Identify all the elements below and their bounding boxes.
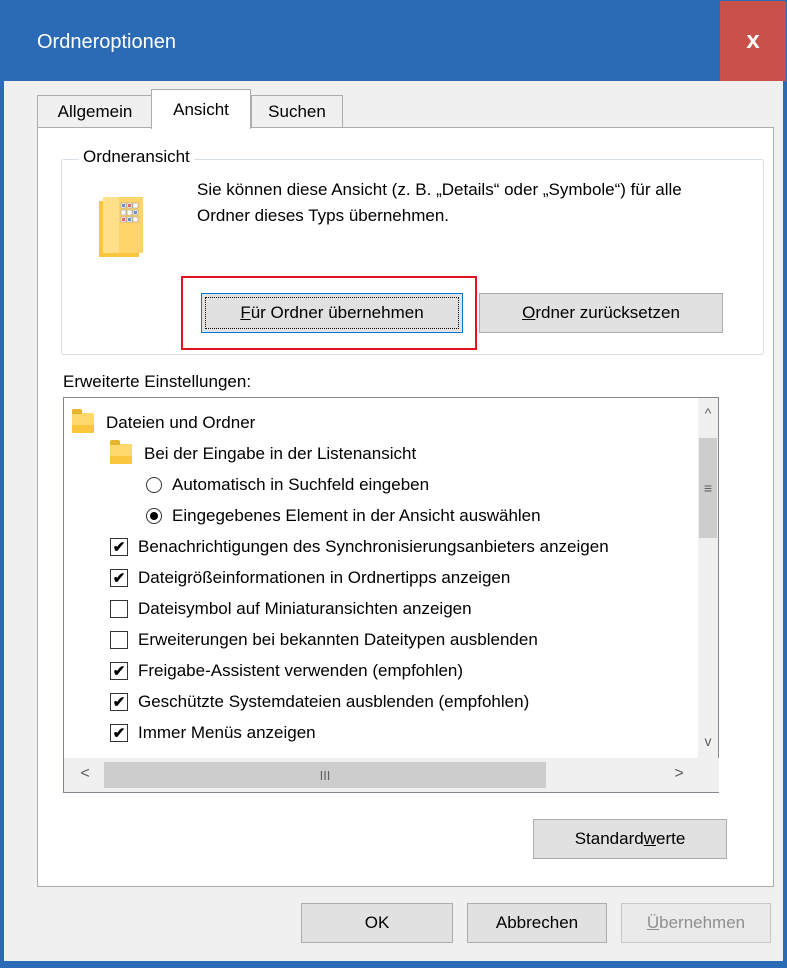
checkbox-checked-icon[interactable]: ✔ xyxy=(110,538,128,556)
vertical-grip-icon: ≡ xyxy=(703,480,713,496)
horizontal-scroll-thumb[interactable]: III xyxy=(104,762,546,788)
vertical-scroll-thumb[interactable]: ≡ xyxy=(699,438,717,538)
window-border-left xyxy=(1,81,4,968)
scroll-left-icon[interactable]: < xyxy=(70,758,100,790)
tab-general-label: Allgemein xyxy=(57,101,133,121)
checkbox-checked-icon[interactable]: ✔ xyxy=(110,693,128,711)
cancel-label: Abbrechen xyxy=(495,913,579,932)
tree-item-label: Benachrichtigungen des Synchronisierungs… xyxy=(138,537,609,556)
ok-button[interactable]: OK xyxy=(301,903,453,943)
restore-defaults-label: Standardwerte xyxy=(574,829,686,848)
apply-button[interactable]: Übernehmen xyxy=(621,903,771,943)
tab-search[interactable]: Suchen xyxy=(251,95,343,127)
tree-item-label: Eingegebenes Element in der Ansicht ausw… xyxy=(172,506,541,525)
folder-options-dialog: Ordneroptionen x Allgemein Ansicht Suche… xyxy=(0,0,787,968)
tree-item-label: Automatisch in Suchfeld eingeben xyxy=(172,475,430,494)
close-icon: x xyxy=(746,27,760,54)
title-bar: Ordneroptionen x xyxy=(1,1,786,81)
tree-checkbox-item[interactable]: Dateisymbol auf Miniaturansichten anzeig… xyxy=(110,594,472,624)
tree-folder-item: Bei der Eingabe in der Listenansicht xyxy=(110,439,416,469)
apply-label: Übernehmen xyxy=(646,913,746,932)
tree-checkbox-item[interactable]: ✔ Benachrichtigungen des Synchronisierung… xyxy=(110,532,609,562)
tab-view-label: Ansicht xyxy=(173,99,229,119)
ok-label: OK xyxy=(364,913,390,932)
folder-view-description: Sie können diese Ansicht (z. B. „Details… xyxy=(197,180,682,225)
tree-item-label: Geschützte Systemdateien ausblenden (emp… xyxy=(138,692,530,711)
tree-folder-item: Dateien und Ordner xyxy=(72,408,255,438)
reset-folders-label: Ordner zurücksetzen xyxy=(522,303,680,322)
horizontal-scrollbar[interactable]: < III > xyxy=(64,758,719,792)
folder-view-group-label: Ordneransicht xyxy=(79,147,194,167)
tree-item-label: Immer Menüs anzeigen xyxy=(138,723,316,742)
tab-view[interactable]: Ansicht xyxy=(151,89,251,129)
advanced-settings-rows: Dateien und Ordner Bei der Eingabe in der… xyxy=(64,398,698,758)
scroll-down-icon[interactable]: v xyxy=(698,726,718,756)
checkbox-unchecked-icon[interactable] xyxy=(110,600,128,618)
restore-defaults-button[interactable]: Standardwerte xyxy=(533,819,727,859)
tree-checkbox-item[interactable]: Erweiterungen bei bekannten Dateitypen a… xyxy=(110,625,538,655)
tree-radio-item[interactable]: Automatisch in Suchfeld eingeben xyxy=(146,470,429,500)
radio-unselected-icon[interactable] xyxy=(146,477,162,493)
tree-item-label: Dateisymbol auf Miniaturansichten anzeig… xyxy=(138,599,472,618)
checkbox-checked-icon[interactable]: ✔ xyxy=(110,569,128,587)
horizontal-grip-icon: III xyxy=(319,767,331,783)
tree-checkbox-item[interactable]: ✔ Freigabe-Assistent verwenden (empfohlen… xyxy=(110,656,463,686)
tree-radio-item[interactable]: Eingegebenes Element in der Ansicht ausw… xyxy=(146,501,541,531)
checkbox-checked-icon[interactable]: ✔ xyxy=(110,662,128,680)
radio-selected-icon[interactable] xyxy=(146,508,162,524)
close-button[interactable]: x xyxy=(720,1,786,81)
checkbox-unchecked-icon[interactable] xyxy=(110,631,128,649)
tab-search-label: Suchen xyxy=(268,101,326,121)
folder-icon xyxy=(110,440,132,464)
window-border-right xyxy=(783,81,786,968)
tree-item-label: Freigabe-Assistent verwenden (empfohlen) xyxy=(138,661,464,680)
tree-checkbox-item[interactable]: ✔ Dateigrößeinformationen in Ordnertipps … xyxy=(110,563,510,593)
tree-item-label: Dateien und Ordner xyxy=(106,413,256,432)
reset-folders-button[interactable]: Ordner zurücksetzen xyxy=(479,293,723,333)
scroll-up-icon[interactable]: ^ xyxy=(698,398,718,428)
tree-checkbox-item[interactable]: ✔ Geschützte Systemdateien ausblenden (em… xyxy=(110,687,529,717)
tree-item-label: Dateigrößeinformationen in Ordnertipps a… xyxy=(138,568,511,587)
highlight-box xyxy=(181,276,477,350)
folder-view-icon xyxy=(99,197,143,257)
tree-item-label: Erweiterungen bei bekannten Dateitypen a… xyxy=(138,630,538,649)
scroll-right-icon[interactable]: > xyxy=(664,758,694,790)
window-title: Ordneroptionen xyxy=(37,31,176,53)
advanced-settings-label: Erweiterte Einstellungen: xyxy=(63,372,252,391)
tree-checkbox-item[interactable]: ✔ Immer Menüs anzeigen xyxy=(110,718,316,748)
folder-icon xyxy=(72,409,94,433)
vertical-scrollbar[interactable]: ^ ≡ v xyxy=(698,398,718,758)
tree-item-label: Bei der Eingabe in der Listenansicht xyxy=(144,444,417,463)
tab-general[interactable]: Allgemein xyxy=(37,95,153,127)
checkbox-checked-icon[interactable]: ✔ xyxy=(110,724,128,742)
cancel-button[interactable]: Abbrechen xyxy=(467,903,607,943)
